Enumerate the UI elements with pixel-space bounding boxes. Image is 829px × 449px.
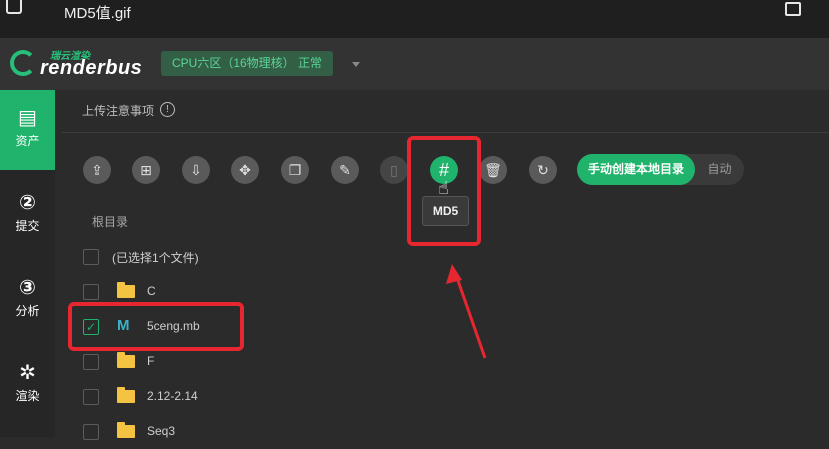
divider: [62, 132, 829, 133]
renderbus-logo: 瑞云渲染 renderbus: [10, 46, 160, 82]
new-folder-button[interactable]: ⊞: [132, 156, 160, 184]
file-name: C: [147, 284, 156, 298]
render-icon: ✲: [19, 362, 36, 384]
row-checkbox[interactable]: [83, 389, 99, 405]
sidebar-item-render[interactable]: ✲ 渲染: [0, 345, 55, 425]
info-icon[interactable]: !: [160, 102, 175, 117]
logo-en-text: renderbus: [40, 57, 143, 79]
app-header: 瑞云渲染 renderbus CPU六区（16物理核） 正常: [0, 38, 829, 90]
folder-icon: [117, 422, 135, 438]
image-file-icon: [6, 0, 22, 14]
sidebar-item-assets[interactable]: ▤ 资产: [0, 90, 55, 170]
move-button[interactable]: ✥: [231, 156, 259, 184]
upload-notice-link[interactable]: 上传注意事项: [82, 102, 154, 119]
download-button[interactable]: ⇩: [182, 156, 210, 184]
sidebar-item-label: 分析: [15, 304, 40, 318]
submit-icon: ②: [19, 192, 36, 214]
sidebar-item-label: 提交: [15, 219, 40, 233]
cpu-zone-badge[interactable]: CPU六区（16物理核） 正常: [161, 51, 334, 76]
folder-icon: [117, 387, 135, 403]
file-name: F: [147, 354, 155, 368]
selected-count-text: (已选择1个文件): [112, 251, 199, 265]
logo-mark-icon: [10, 50, 36, 76]
rename-button[interactable]: ✎: [331, 156, 359, 184]
delete-button[interactable]: 🗑: [479, 156, 507, 184]
select-all-checkbox[interactable]: [83, 249, 99, 265]
file-button[interactable]: ▯: [380, 156, 408, 184]
file-name: 2.12-2.14: [147, 389, 198, 403]
analyze-icon: ③: [19, 277, 36, 299]
highlight-box-file: [68, 302, 244, 351]
upload-button[interactable]: ⇪: [83, 156, 111, 184]
directory-mode-toggle[interactable]: 手动创建本地目录 自动: [577, 154, 744, 185]
auto-directory-option[interactable]: 自动: [695, 154, 744, 185]
manual-directory-option[interactable]: 手动创建本地目录: [577, 154, 695, 185]
sidebar-item-analyze[interactable]: ③ 分析: [0, 260, 55, 340]
row-checkbox[interactable]: [83, 354, 99, 370]
row-checkbox[interactable]: [83, 424, 99, 440]
folder-icon: [117, 282, 135, 298]
folder-icon: [117, 352, 135, 368]
title-bar: MD5值.gif: [0, 0, 829, 38]
annotation-arrow-icon: [446, 264, 487, 359]
copy-button[interactable]: ❐: [281, 156, 309, 184]
sidebar-item-submit[interactable]: ② 提交: [0, 175, 55, 255]
edit-image-icon[interactable]: [785, 2, 801, 16]
highlight-box-md5: [407, 136, 481, 246]
table-row[interactable]: Seq3: [62, 414, 829, 449]
asset-icon: ▤: [18, 107, 37, 129]
sidebar-item-label: 资产: [15, 134, 40, 148]
file-name: Seq3: [147, 424, 176, 438]
window-title: MD5值.gif: [64, 5, 131, 22]
row-checkbox[interactable]: [83, 284, 99, 300]
sidebar: ▤ 资产 ② 提交 ③ 分析 ✲ 渲染: [0, 90, 55, 437]
sidebar-item-label: 渲染: [15, 389, 40, 403]
chevron-down-icon[interactable]: [352, 62, 360, 67]
table-row[interactable]: 2.12-2.14: [62, 379, 829, 414]
refresh-button[interactable]: ↻: [529, 156, 557, 184]
breadcrumb-root[interactable]: 根目录: [92, 213, 128, 230]
